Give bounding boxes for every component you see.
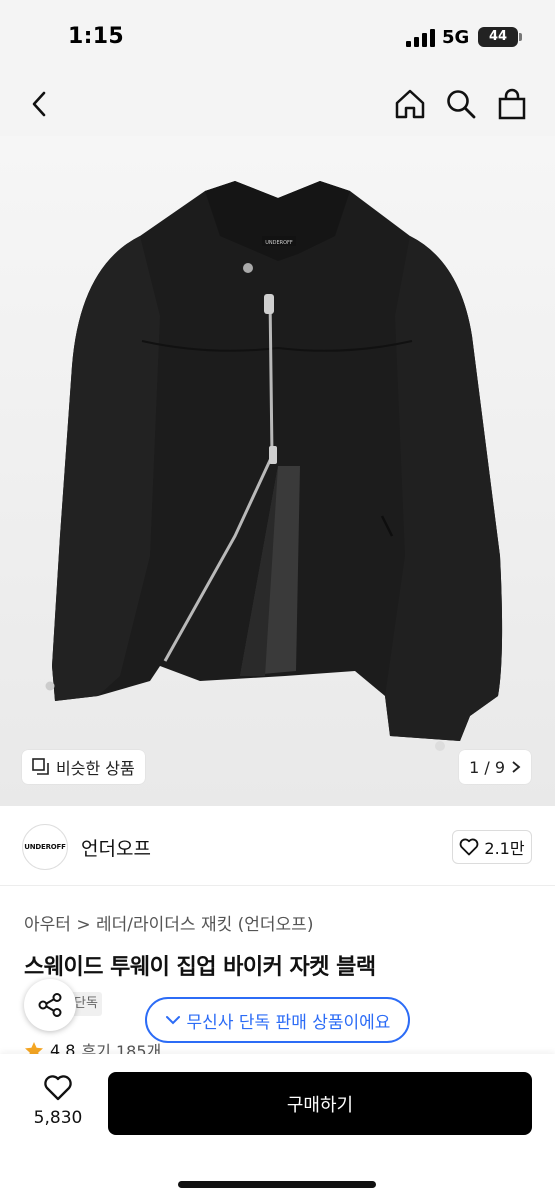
share-icon bbox=[38, 993, 62, 1017]
similar-products-button[interactable]: 비슷한 상품 bbox=[22, 750, 145, 784]
jacket-brand-tag: UNDEROFF bbox=[265, 240, 293, 246]
exclusive-toast: 무신사 단독 판매 상품이에요 bbox=[145, 997, 410, 1043]
top-nav-bar bbox=[0, 74, 555, 136]
jacket-photo: UNDEROFF bbox=[45, 181, 503, 751]
toast-text: 무신사 단독 판매 상품이에요 bbox=[186, 1012, 391, 1033]
product-title: 스웨이드 투웨이 집업 바이커 자켓 블랙 bbox=[24, 955, 376, 980]
home-icon[interactable] bbox=[392, 86, 428, 122]
network-type: 5G bbox=[442, 27, 470, 48]
battery-icon: 44 bbox=[478, 27, 518, 47]
search-icon[interactable] bbox=[443, 86, 479, 122]
status-bar: 1:15 5G 44 bbox=[0, 0, 555, 74]
heart-icon bbox=[460, 838, 479, 856]
share-button[interactable] bbox=[24, 979, 76, 1031]
product-image-carousel[interactable]: UNDEROFF 비슷한 상품 1 / 9 bbox=[0, 136, 555, 806]
brand-row[interactable]: UNDEROFF 언더오프 2.1만 bbox=[0, 806, 555, 886]
status-time: 1:15 bbox=[68, 24, 124, 49]
wishlist-count: 5,830 bbox=[33, 1108, 83, 1128]
heart-icon bbox=[44, 1075, 72, 1101]
wishlist-button[interactable]: 5,830 bbox=[30, 1074, 86, 1128]
home-indicator bbox=[178, 1181, 376, 1188]
chevron-left-icon[interactable] bbox=[22, 86, 58, 122]
shopping-bag-icon[interactable] bbox=[494, 86, 530, 122]
battery-cap bbox=[519, 33, 522, 41]
brand-name[interactable]: 언더오프 bbox=[81, 834, 151, 861]
signal-icon bbox=[406, 29, 435, 47]
image-counter-text: 1 / 9 bbox=[469, 757, 505, 777]
chevron-down-icon bbox=[165, 1016, 180, 1025]
bottom-action-bar: 5,830 구매하기 bbox=[0, 1054, 555, 1200]
brand-like-button[interactable]: 2.1만 bbox=[452, 830, 532, 864]
similar-items-icon bbox=[32, 758, 49, 775]
brand-logo[interactable]: UNDEROFF bbox=[22, 824, 68, 870]
image-counter-button[interactable]: 1 / 9 bbox=[459, 750, 531, 784]
similar-products-label: 비슷한 상품 bbox=[56, 759, 135, 778]
brand-like-count: 2.1만 bbox=[484, 839, 525, 858]
category-breadcrumb[interactable]: 아우터 > 레더/라이더스 재킷 (언더오프) bbox=[24, 910, 313, 935]
chevron-right-icon bbox=[512, 761, 521, 773]
buy-button[interactable]: 구매하기 bbox=[108, 1072, 532, 1135]
